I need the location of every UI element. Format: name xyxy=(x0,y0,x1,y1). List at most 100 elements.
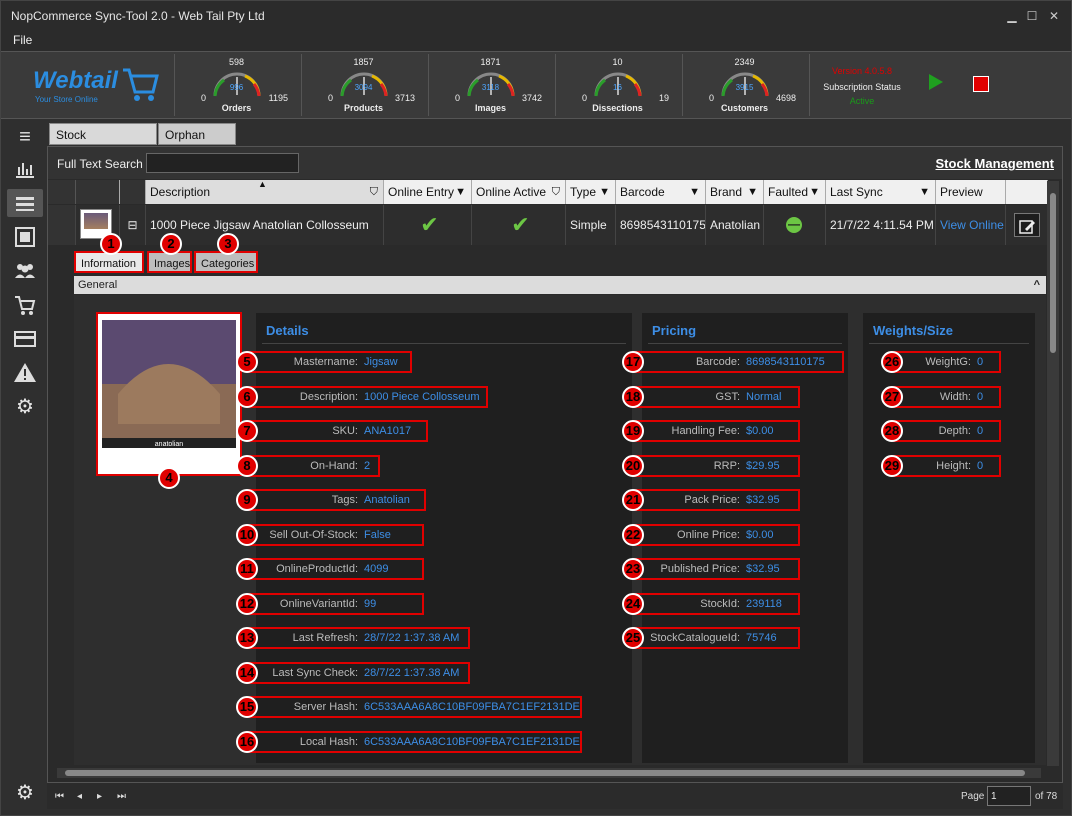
field-value[interactable]: 0 xyxy=(977,388,983,406)
header-last-sync[interactable]: Last Sync ▼ xyxy=(826,180,936,204)
field-value[interactable]: 8698543110175 xyxy=(746,353,825,371)
field-width[interactable]: Width: 0 xyxy=(893,385,1001,408)
close-icon[interactable]: ✕ xyxy=(1043,1,1065,31)
customers-icon[interactable] xyxy=(11,257,39,285)
view-online-link[interactable]: View Online xyxy=(936,205,1006,245)
chart-icon[interactable] xyxy=(11,155,39,183)
field-depth[interactable]: Depth: 0 xyxy=(893,420,1001,442)
field-tags[interactable]: Tags: Anatolian xyxy=(248,489,426,511)
minimize-icon[interactable]: ▁ xyxy=(1001,1,1023,31)
vertical-scrollbar[interactable] xyxy=(1047,181,1059,766)
field-rrp[interactable]: RRP: $29.95 xyxy=(634,454,800,477)
field-value[interactable]: 6C533AAA6A8C10BF09FBA7C1EF2131DE xyxy=(364,698,580,716)
field-value[interactable]: 75746 xyxy=(746,629,777,647)
field-value[interactable]: $29.95 xyxy=(746,457,780,475)
field-value[interactable]: 99 xyxy=(364,595,376,613)
field-localhash[interactable]: Local Hash: 6C533AAA6A8C10BF09FBA7C1EF213… xyxy=(248,730,582,753)
menu-file[interactable]: File xyxy=(1,31,44,49)
prev-page-icon[interactable]: ◂ xyxy=(77,791,82,802)
field-value[interactable]: 2 xyxy=(364,457,370,475)
filter-icon[interactable]: ▼ xyxy=(599,180,610,204)
field-serverhash[interactable]: Server Hash: 6C533AAA6A8C10BF09FBA7C1EF21… xyxy=(248,696,582,718)
settings-gear-icon[interactable]: ⚙ xyxy=(11,393,39,421)
field-value[interactable]: 0 xyxy=(977,457,983,475)
stock-management-link[interactable]: Stock Management xyxy=(936,156,1054,171)
table-row[interactable]: ⊟ 1000 Piece Jigsaw Anatolian Collosseum… xyxy=(48,205,1048,245)
field-onlineproductid[interactable]: OnlineProductId: 4099 xyxy=(248,558,424,580)
last-page-icon[interactable]: ⏭ xyxy=(117,791,126,802)
filter-icon[interactable]: ⛉ xyxy=(370,180,378,204)
filter-icon[interactable]: ▼ xyxy=(747,180,758,204)
next-page-icon[interactable]: ▸ xyxy=(97,791,102,802)
field-value[interactable]: $32.95 xyxy=(746,560,780,578)
field-value[interactable]: 0 xyxy=(977,422,983,440)
field-mastername[interactable]: Mastername: Jigsaw xyxy=(248,351,412,373)
play-icon[interactable] xyxy=(929,74,943,90)
hamburger-menu-icon[interactable]: ≡ xyxy=(11,123,39,151)
field-height[interactable]: Height: 0 xyxy=(893,454,1001,477)
field-publishedprice[interactable]: Published Price: $32.95 xyxy=(634,558,800,580)
field-value[interactable]: 28/7/22 1:37.38 AM xyxy=(364,664,459,682)
field-value[interactable]: 0 xyxy=(977,353,983,371)
field-stockid[interactable]: StockId: 239118 xyxy=(634,592,800,615)
bottom-gear-icon[interactable]: ⚙ xyxy=(11,779,39,807)
header-faulted[interactable]: Faulted ▼ xyxy=(764,180,826,204)
field-handlingfee[interactable]: Handling Fee: $0.00 xyxy=(634,420,800,442)
header-barcode[interactable]: Barcode ▼ xyxy=(616,180,706,204)
field-onhand[interactable]: On-Hand: 2 xyxy=(248,454,380,477)
field-value[interactable]: $0.00 xyxy=(746,422,774,440)
field-value[interactable]: 239118 xyxy=(746,595,782,613)
field-value[interactable]: 1000 Piece Collosseum xyxy=(364,388,480,406)
field-selloutofstock[interactable]: Sell Out-Of-Stock: False xyxy=(248,523,424,546)
filter-icon[interactable]: ▼ xyxy=(919,180,930,204)
field-packprice[interactable]: Pack Price: $32.95 xyxy=(634,489,800,511)
field-lastsynccheck[interactable]: Last Sync Check: 28/7/22 1:37.38 AM xyxy=(248,661,470,684)
general-section-header[interactable]: General ^ xyxy=(74,276,1046,294)
field-value[interactable]: ANA1017 xyxy=(364,422,411,440)
maximize-icon[interactable]: ☐ xyxy=(1021,1,1043,31)
header-online-entry[interactable]: Online Entry ▼ xyxy=(384,180,472,204)
field-lastrefresh[interactable]: Last Refresh: 28/7/22 1:37.38 AM xyxy=(248,627,470,649)
header-online-active[interactable]: Online Active ⛉ xyxy=(472,180,566,204)
edit-icon[interactable] xyxy=(1014,213,1040,237)
field-value[interactable]: 6C533AAA6A8C10BF09FBA7C1EF2131DE xyxy=(364,733,580,751)
field-value[interactable]: 28/7/22 1:37.38 AM xyxy=(364,629,459,647)
field-onlinevariantid[interactable]: OnlineVariantId: 99 xyxy=(248,592,424,615)
image-gallery-icon[interactable] xyxy=(11,223,39,251)
header-preview[interactable]: Preview xyxy=(936,180,1006,204)
tab-stock-management[interactable]: Stock Management xyxy=(49,123,157,164)
field-gst[interactable]: GST: Normal xyxy=(634,385,800,408)
field-value[interactable]: False xyxy=(364,526,391,544)
field-onlineprice[interactable]: Online Price: $0.00 xyxy=(634,523,800,546)
field-weightg[interactable]: WeightG: 0 xyxy=(893,351,1001,373)
filter-icon[interactable]: ▼ xyxy=(689,180,700,204)
header-type[interactable]: Type ▼ xyxy=(566,180,616,204)
field-sku[interactable]: SKU: ANA1017 xyxy=(248,420,428,442)
horizontal-scrollbar[interactable] xyxy=(57,768,1041,778)
field-value[interactable]: Anatolian xyxy=(364,491,410,509)
page-number-input[interactable] xyxy=(987,786,1031,806)
field-value[interactable]: Normal xyxy=(746,388,781,406)
field-barcode[interactable]: Barcode: 8698543110175 xyxy=(634,351,844,373)
credit-card-icon[interactable] xyxy=(11,325,39,353)
row-expander[interactable]: ⊟ xyxy=(120,205,146,245)
cart-icon[interactable] xyxy=(11,291,39,319)
filter-icon[interactable]: ▼ xyxy=(809,180,820,204)
header-brand[interactable]: Brand ▼ xyxy=(706,180,764,204)
field-description[interactable]: Description: 1000 Piece Collosseum xyxy=(248,385,488,408)
header-description[interactable]: Description ▲ ⛉ xyxy=(146,179,384,204)
field-stockcatalogueid[interactable]: StockCatalogueId: 75746 xyxy=(634,627,800,649)
warning-icon[interactable] xyxy=(11,359,39,387)
filter-icon[interactable]: ▼ xyxy=(455,180,466,204)
field-value[interactable]: $32.95 xyxy=(746,491,780,509)
stop-icon[interactable] xyxy=(973,76,989,92)
field-value[interactable]: $0.00 xyxy=(746,526,774,544)
field-value[interactable]: Jigsaw xyxy=(364,353,398,371)
first-page-icon[interactable]: ⏮ xyxy=(55,791,64,802)
collapse-icon[interactable]: ^ xyxy=(1034,276,1040,294)
field-value[interactable]: 4099 xyxy=(364,560,388,578)
stock-icon[interactable] xyxy=(7,189,43,217)
filter-icon[interactable]: ⛉ xyxy=(552,180,560,204)
full-text-search-input[interactable] xyxy=(146,153,299,173)
tab-orphan-stock[interactable]: Orphan Stock xyxy=(158,123,236,164)
